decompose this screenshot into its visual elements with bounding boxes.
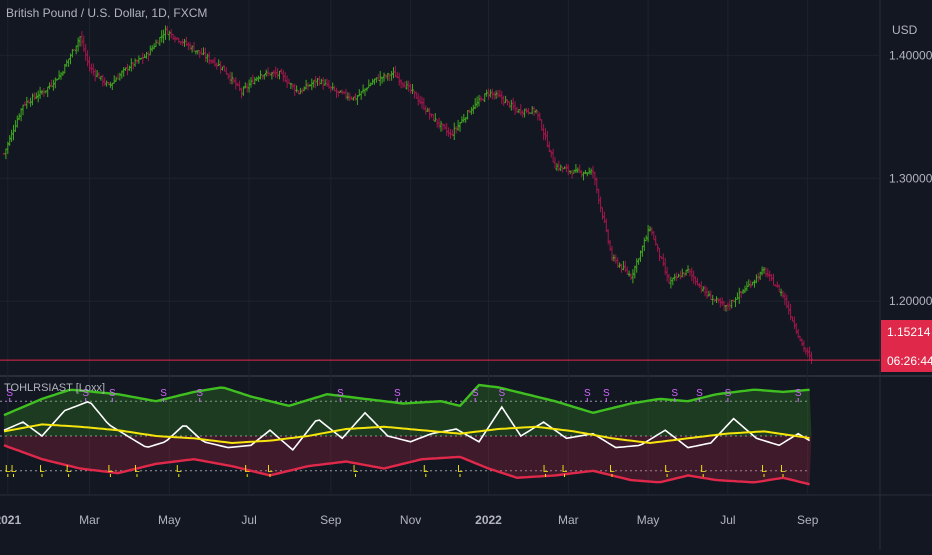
short-signal-marker: S [671, 388, 678, 399]
symbol-title[interactable]: British Pound / U.S. Dollar, 1D, FXCM [6, 6, 207, 20]
short-signal-marker: S [160, 388, 167, 399]
long-signal-marker: L [664, 464, 670, 475]
short-signal-marker: S [196, 388, 203, 399]
long-signal-marker: L [244, 464, 250, 475]
long-signal-marker: L [700, 464, 706, 475]
short-signal-marker: S [109, 388, 116, 399]
time-tick-label: Jul [241, 513, 256, 527]
chart-canvas[interactable]: S S S S S S S S S S S S S S SL L L L L L L L L L L L L L L L L L L 1.200… [0, 0, 932, 550]
short-signal-marker: S [603, 388, 610, 399]
indicator-title[interactable]: TOHLRSIAST [Loxx] [4, 382, 105, 394]
long-signal-marker: L [108, 464, 114, 475]
time-tick-label: Mar [79, 513, 100, 527]
long-signal-marker: L [543, 464, 549, 475]
short-signal-marker: S [725, 388, 732, 399]
time-tick-label: Nov [400, 513, 421, 527]
long-signal-marker: L [353, 464, 359, 475]
long-signal-marker: L [176, 464, 182, 475]
currency-label: USD [892, 23, 918, 37]
short-signal-marker: S [795, 388, 802, 399]
short-signal-marker: S [472, 388, 479, 399]
bar-countdown: 06:26:44 [887, 354, 932, 368]
short-signal-marker: S [696, 388, 703, 399]
short-signal-marker: S [498, 388, 505, 399]
short-signal-marker: S [584, 388, 591, 399]
long-signal-marker: L [423, 464, 429, 475]
time-tick-label: 2021 [0, 513, 21, 527]
last-price-value: 1.15214 [887, 325, 931, 339]
long-signal-marker: L [39, 464, 45, 475]
time-tick-label: Mar [558, 513, 579, 527]
long-signal-marker: L [134, 464, 140, 475]
long-signal-marker: L [11, 464, 17, 475]
long-signal-marker: L [562, 464, 568, 475]
long-signal-marker: L [609, 464, 615, 475]
time-tick-label: May [158, 513, 181, 527]
trading-chart: SSSSSSSSSSSSSSSLLLLLLLLLLLLLLLLLLL 1.200… [0, 0, 932, 550]
time-tick-label: 2022 [475, 513, 502, 527]
short-signal-marker: S [394, 388, 401, 399]
last-price-badge: 1.15214 06:26:44 [881, 320, 932, 372]
long-signal-marker: L [457, 464, 463, 475]
price-tick-label: 1.20000 [889, 294, 932, 308]
time-tick-label: Jul [720, 513, 735, 527]
price-tick-label: 1.30000 [889, 171, 932, 185]
time-tick-label: May [637, 513, 660, 527]
time-tick-label: Sep [320, 513, 342, 527]
long-signal-marker: L [66, 464, 72, 475]
time-tick-label: Sep [797, 513, 819, 527]
long-signal-marker: L [267, 464, 273, 475]
price-tick-label: 1.40000 [889, 48, 932, 62]
short-signal-marker: S [337, 388, 344, 399]
long-signal-marker: L [780, 464, 786, 475]
long-signal-marker: L [761, 464, 767, 475]
